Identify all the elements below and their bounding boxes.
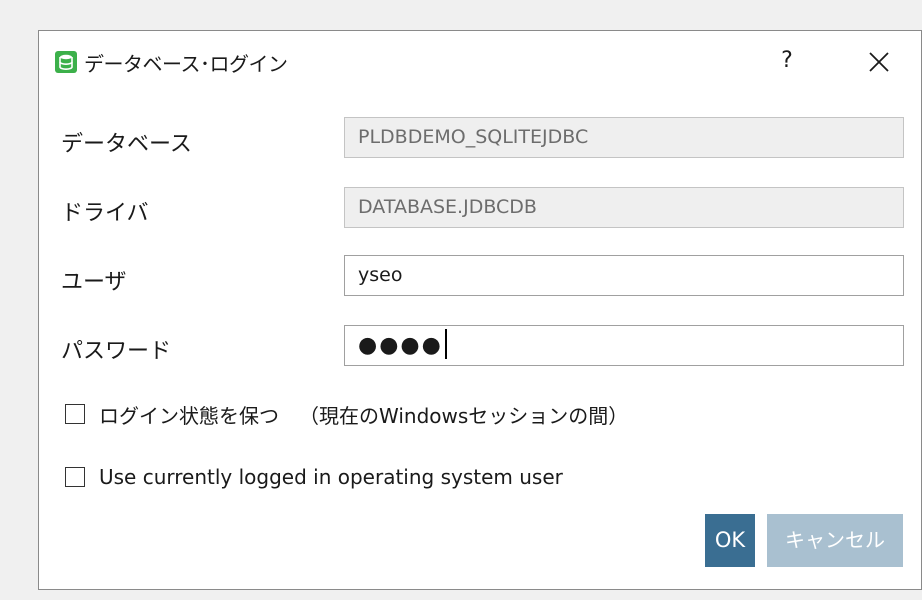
keep-login-label: ログイン状態を保つ — [99, 403, 279, 428]
text-caret — [444, 329, 447, 359]
keep-login-note: （現在のWindowsセッションの間） — [299, 403, 629, 428]
use-os-user-label: Use currently logged in operating system… — [99, 465, 563, 489]
keep-login-option[interactable]: ログイン状態を保つ （現在のWindowsセッションの間） — [65, 399, 628, 429]
help-button[interactable]: ? — [772, 45, 802, 77]
close-icon[interactable] — [859, 45, 899, 79]
use-os-user-option[interactable]: Use currently logged in operating system… — [65, 462, 563, 492]
user-value: yseo — [358, 264, 403, 286]
database-field: PLDBDEMO_SQLITEJDBC — [344, 117, 904, 158]
password-label: パスワード — [61, 339, 172, 364]
user-label: ユーザ — [61, 270, 127, 295]
driver-label: ドライバ — [61, 201, 149, 226]
title-bar: データベース･ログイン ? — [39, 31, 921, 91]
cancel-button[interactable]: キャンセル — [767, 514, 903, 567]
driver-field: DATABASE.JDBCDB — [344, 187, 904, 228]
user-field[interactable]: yseo — [344, 255, 904, 296]
database-icon — [55, 51, 77, 73]
ok-button[interactable]: OK — [705, 514, 755, 567]
keep-login-checkbox[interactable] — [65, 404, 85, 424]
use-os-user-checkbox[interactable] — [65, 467, 85, 487]
window-title: データベース･ログイン — [84, 52, 288, 76]
database-label: データベース — [61, 132, 192, 157]
login-dialog: データベース･ログイン ? データベース PLDBDEMO_SQLITEJDBC… — [38, 30, 922, 590]
password-mask: ●●●● — [358, 333, 443, 358]
password-field[interactable]: ●●●● — [344, 325, 904, 366]
